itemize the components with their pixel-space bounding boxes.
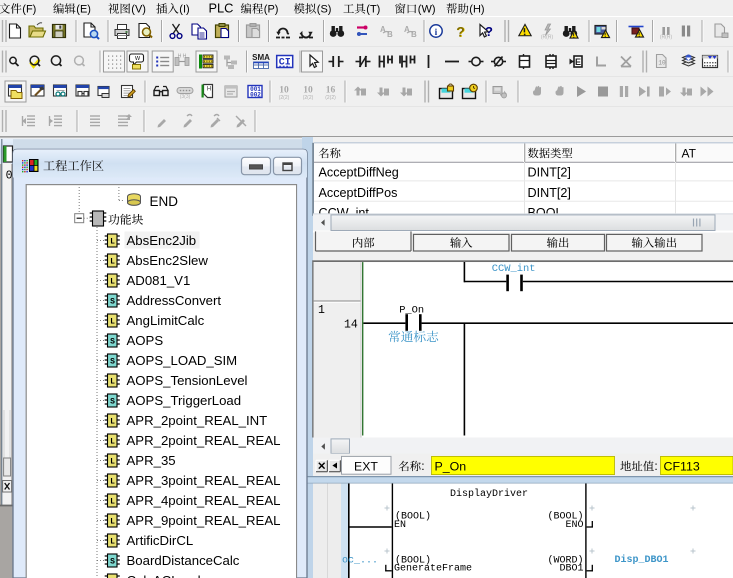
svg-text:APR_9point_REAL_REAL: APR_9point_REAL_REAL [127, 513, 281, 528]
svg-text:S: S [110, 358, 115, 367]
svg-text:P_On: P_On [399, 305, 424, 317]
svg-text:(R(R): (R(R) [541, 35, 554, 41]
svg-text:DisplayDriver: DisplayDriver [450, 488, 528, 500]
svg-text:L: L [110, 238, 115, 247]
svg-text:APR_3point_REAL_REAL: APR_3point_REAL_REAL [127, 473, 281, 488]
svg-text:(R(R): (R(R) [660, 35, 673, 41]
svg-text:(2(2): (2(2) [303, 95, 314, 101]
svg-text:DINT[2]: DINT[2] [528, 165, 571, 179]
svg-text:S: S [110, 398, 115, 407]
svg-text:L: L [110, 518, 115, 527]
svg-text:PLC: PLC [209, 1, 234, 16]
svg-text:w: w [134, 55, 141, 62]
svg-text:(E): (E) [76, 4, 91, 16]
svg-text:DINT[2]: DINT[2] [528, 186, 571, 200]
svg-text:AD081_V1: AD081_V1 [127, 273, 191, 288]
svg-text:CCW_int: CCW_int [492, 263, 536, 275]
svg-text:AbsEnc2Slew: AbsEnc2Slew [127, 253, 209, 268]
svg-text:GenerateFrame: GenerateFrame [394, 564, 472, 575]
svg-text:?: ? [485, 24, 493, 39]
svg-text:0: 0 [6, 170, 13, 183]
svg-text:L: L [110, 458, 115, 467]
svg-text:?: ? [456, 24, 465, 40]
svg-text:BoardDistanceCalc: BoardDistanceCalc [127, 553, 240, 568]
svg-text:(2(2): (2(2) [279, 95, 290, 101]
svg-text:E: E [575, 57, 581, 67]
svg-text:SMA: SMA [252, 53, 270, 62]
svg-text:AOPS_TriggerLoad: AOPS_TriggerLoad [127, 393, 242, 408]
svg-text:Disp_DBO1: Disp_DBO1 [615, 554, 669, 566]
svg-text:10: 10 [658, 60, 666, 67]
svg-text:(F): (F) [22, 4, 36, 16]
svg-text:L: L [110, 438, 115, 447]
svg-text:S: S [110, 298, 115, 307]
svg-text:APR_2point_REAL_INT: APR_2point_REAL_INT [127, 413, 268, 428]
svg-text:oc_...: oc_... [342, 556, 378, 567]
svg-text:CF113: CF113 [664, 459, 700, 473]
svg-text:CI: CI [279, 58, 291, 69]
svg-text:DBO1: DBO1 [559, 564, 583, 575]
svg-text:APR_2point_REAL_REAL: APR_2point_REAL_REAL [127, 433, 281, 448]
svg-text:ENO: ENO [565, 520, 583, 531]
svg-text:AngLimitCalc: AngLimitCalc [127, 313, 205, 328]
svg-text:10: 10 [303, 86, 313, 96]
svg-text:P_On: P_On [435, 459, 467, 473]
svg-text:AbsEnc2Jib: AbsEnc2Jib [127, 233, 197, 248]
svg-text:L: L [110, 418, 115, 427]
svg-text:H H: H H [178, 54, 187, 60]
svg-text:EN: EN [394, 520, 406, 531]
svg-text:(P): (P) [264, 4, 279, 16]
svg-text:AT: AT [682, 147, 697, 161]
svg-text:EXT: EXT [354, 459, 378, 473]
svg-text:(3(3): (3(3) [180, 94, 191, 100]
svg-text:AOPS_LOAD_SIM: AOPS_LOAD_SIM [127, 353, 238, 368]
svg-text:L: L [110, 498, 115, 507]
svg-text:APR_4point_REAL_REAL: APR_4point_REAL_REAL [127, 493, 281, 508]
svg-text:14: 14 [344, 318, 358, 331]
svg-text:AcceptDiffNeg: AcceptDiffNeg [319, 165, 399, 179]
svg-text::: : [654, 459, 657, 473]
svg-text:i: i [435, 28, 438, 38]
svg-text:(V): (V) [131, 4, 146, 16]
svg-text:(W): (W) [418, 4, 436, 16]
svg-text:APR_35: APR_35 [127, 453, 176, 468]
svg-text:AOPS: AOPS [127, 333, 164, 348]
svg-text:002: 002 [250, 92, 261, 99]
svg-text:AcceptDiffPos: AcceptDiffPos [319, 186, 398, 200]
svg-text:L: L [110, 478, 115, 487]
svg-text:H: H [207, 87, 211, 93]
svg-text:S: S [110, 338, 115, 347]
svg-text:(I): (I) [179, 4, 189, 16]
svg-text:L: L [110, 538, 115, 547]
svg-text:L: L [110, 258, 115, 267]
svg-text:10: 10 [279, 86, 289, 96]
svg-text:L: L [110, 318, 115, 327]
svg-text:16: 16 [326, 86, 336, 96]
svg-text:CalcACLoad: CalcACLoad [127, 573, 201, 578]
svg-text:1: 1 [318, 304, 325, 317]
svg-text:L: L [110, 278, 115, 287]
svg-text:(S): (S) [317, 4, 332, 16]
svg-text:L: L [110, 378, 115, 387]
svg-text:AddressConvert: AddressConvert [127, 293, 222, 308]
svg-text:S: S [110, 558, 115, 567]
svg-text:(2(2): (2(2) [325, 95, 336, 101]
svg-text:ArtificDirCL: ArtificDirCL [127, 533, 194, 548]
svg-text::: : [421, 459, 424, 473]
svg-text:AOPS_TensionLevel: AOPS_TensionLevel [127, 373, 248, 388]
svg-text:END: END [150, 194, 179, 209]
svg-text:(H): (H) [469, 4, 484, 16]
svg-text:(T): (T) [366, 4, 380, 16]
